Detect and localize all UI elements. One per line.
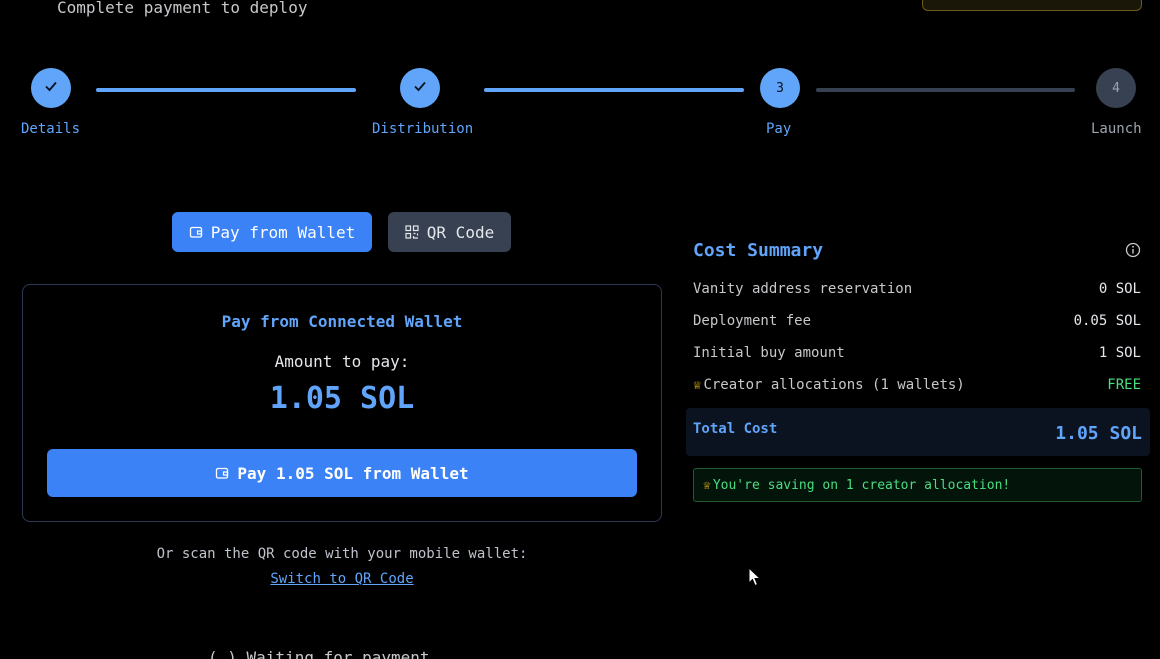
wallet-payment-panel: Pay from Connected Wallet Amount to pay:… bbox=[22, 284, 662, 522]
total-label: Total Cost bbox=[693, 421, 778, 437]
row-value: FREE bbox=[1107, 377, 1141, 393]
step-connector-2 bbox=[484, 88, 744, 92]
step-details-circle bbox=[31, 68, 71, 108]
row-label: Vanity address reservation bbox=[693, 281, 913, 297]
amount-label: Amount to pay: bbox=[274, 352, 410, 371]
page-subtitle: Complete payment to deploy bbox=[57, 0, 308, 17]
summary-row-deployment: Deployment fee 0.05 SOL bbox=[693, 313, 1141, 329]
info-icon[interactable] bbox=[1125, 242, 1141, 262]
top-right-button[interactable] bbox=[922, 0, 1142, 11]
total-cost-box: Total Cost 1.05 SOL bbox=[686, 408, 1150, 456]
wallet-icon bbox=[189, 225, 203, 239]
switch-to-qr-link[interactable]: Switch to QR Code bbox=[270, 571, 413, 587]
summary-row-creator: ♕ Creator allocations (1 wallets) FREE bbox=[693, 377, 1141, 393]
switch-link-wrapper: Switch to QR Code bbox=[22, 571, 662, 587]
waiting-status: ( ) Waiting for payment... bbox=[208, 648, 459, 659]
cost-summary-title: Cost Summary bbox=[693, 240, 824, 261]
step-label-pay: Pay bbox=[766, 121, 792, 137]
tab-qr-code[interactable]: QR Code bbox=[388, 212, 511, 252]
row-value: 0 SOL bbox=[1098, 281, 1141, 297]
total-value: 1.05 SOL bbox=[1055, 423, 1142, 444]
qr-code-icon bbox=[405, 225, 419, 239]
step-connector-1 bbox=[96, 88, 356, 92]
row-label: Creator allocations (1 wallets) bbox=[703, 377, 965, 393]
step-pay-circle: 3 bbox=[760, 68, 800, 108]
check-icon bbox=[44, 79, 58, 97]
row-label: Initial buy amount bbox=[693, 345, 845, 361]
saving-text: You're saving on 1 creator allocation! bbox=[712, 477, 1011, 493]
crown-icon: ♕ bbox=[693, 377, 702, 393]
panel-title: Pay from Connected Wallet bbox=[221, 312, 463, 331]
saving-notice: ♕ You're saving on 1 creator allocation! bbox=[693, 468, 1142, 502]
step-label-distribution: Distribution bbox=[372, 121, 474, 137]
step-connector-3 bbox=[816, 88, 1075, 92]
step-distribution-circle bbox=[400, 68, 440, 108]
crown-icon: ♕ bbox=[703, 477, 711, 493]
step-launch-circle: 4 bbox=[1096, 68, 1136, 108]
check-icon bbox=[413, 79, 427, 97]
row-label: Deployment fee bbox=[693, 313, 812, 329]
step-label-launch: Launch bbox=[1091, 121, 1142, 137]
wallet-icon bbox=[215, 466, 229, 480]
summary-row-vanity: Vanity address reservation 0 SOL bbox=[693, 281, 1141, 297]
pay-button-label: Pay 1.05 SOL from Wallet bbox=[237, 463, 469, 483]
scan-instructions: Or scan the QR code with your mobile wal… bbox=[156, 546, 528, 562]
tab-pay-from-wallet[interactable]: Pay from Wallet bbox=[172, 212, 372, 252]
step-label-details: Details bbox=[21, 121, 81, 137]
row-value: 0.05 SOL bbox=[1073, 313, 1141, 329]
tab-qr-label: QR Code bbox=[426, 222, 495, 242]
row-value: 1 SOL bbox=[1098, 345, 1141, 361]
row-label-wrapper: ♕ Creator allocations (1 wallets) bbox=[693, 377, 965, 393]
tab-wallet-label: Pay from Wallet bbox=[210, 222, 356, 242]
mouse-cursor-icon bbox=[748, 566, 762, 591]
pay-from-wallet-button[interactable]: Pay 1.05 SOL from Wallet bbox=[47, 449, 637, 497]
amount-value: 1.05 SOL bbox=[269, 381, 415, 416]
summary-row-initial-buy: Initial buy amount 1 SOL bbox=[693, 345, 1141, 361]
